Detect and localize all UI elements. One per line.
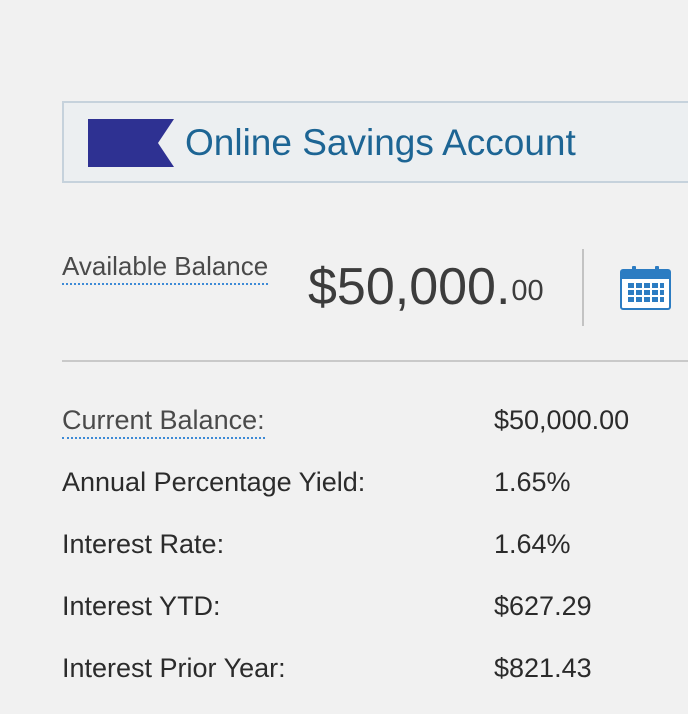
- account-summary-page: Online Savings Account Available Balance…: [0, 0, 688, 714]
- available-balance-dollars: $50,000.: [308, 258, 511, 316]
- bookmark-ribbon-icon: [88, 119, 174, 167]
- interest-rate-value: 1.64%: [494, 529, 571, 559]
- calendar-icon[interactable]: [620, 266, 671, 310]
- details-row-interest-ytd: Interest YTD: $627.29: [62, 589, 688, 625]
- available-balance-cents: 00: [511, 275, 544, 307]
- available-balance-label[interactable]: Available Balance: [62, 250, 269, 285]
- account-header[interactable]: Online Savings Account: [62, 101, 688, 183]
- current-balance-value: $50,000.00: [494, 405, 630, 435]
- apy-value: 1.65%: [494, 467, 571, 497]
- details-row-interest-prior-year: Interest Prior Year: $821.43: [62, 651, 688, 687]
- interest-ytd-value: $627.29: [494, 591, 592, 621]
- details-row-current-balance: Current Balance: $50,000.00: [62, 403, 688, 439]
- current-balance-label[interactable]: Current Balance:: [62, 403, 265, 439]
- details-row-apy: Annual Percentage Yield: 1.65%: [62, 465, 688, 501]
- account-title[interactable]: Online Savings Account: [185, 121, 576, 165]
- available-balance-amount: $50,000.00: [308, 256, 544, 318]
- interest-prior-year-value: $821.43: [494, 653, 592, 683]
- details-row-interest-rate: Interest Rate: 1.64%: [62, 527, 688, 563]
- section-divider: [62, 360, 688, 362]
- interest-rate-label: Interest Rate:: [62, 529, 225, 559]
- vertical-divider: [582, 249, 584, 326]
- apy-label: Annual Percentage Yield:: [62, 467, 366, 497]
- interest-prior-year-label: Interest Prior Year:: [62, 653, 286, 683]
- interest-ytd-label: Interest YTD:: [62, 591, 221, 621]
